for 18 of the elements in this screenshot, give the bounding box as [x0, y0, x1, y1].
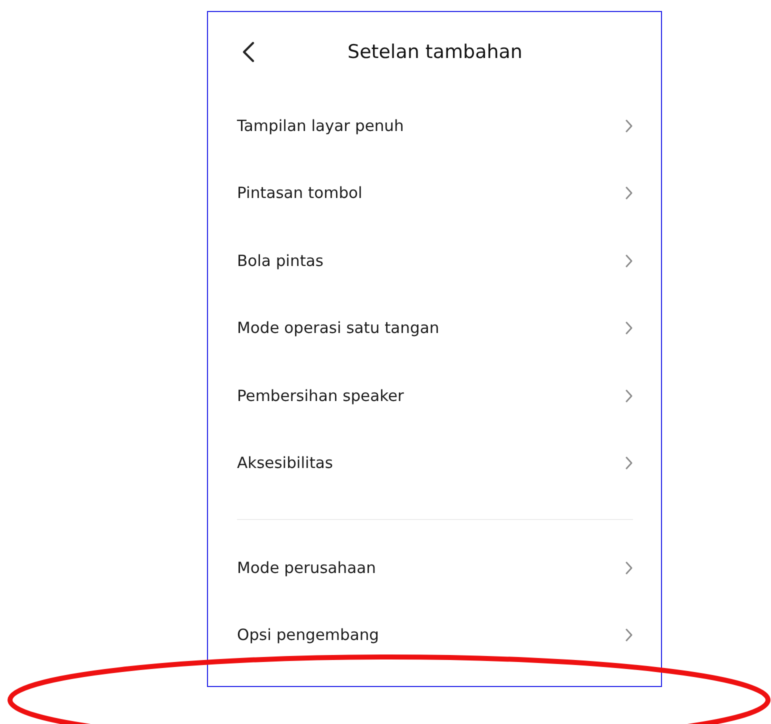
settings-item[interactable]: Bola pintas	[237, 227, 633, 294]
back-icon[interactable]	[241, 41, 255, 63]
chevron-right-icon	[625, 388, 633, 403]
chevron-right-icon	[625, 321, 633, 336]
settings-item[interactable]: Pintasan tombol	[237, 160, 633, 227]
settings-item[interactable]: Pembersihan speaker	[237, 362, 633, 430]
settings-item[interactable]: Tampilan layar penuh	[237, 92, 633, 160]
chevron-right-icon	[625, 118, 633, 133]
settings-item[interactable]: Opsi pengembang	[237, 602, 633, 669]
screen-title: Setelan tambahan	[348, 41, 522, 63]
chevron-right-icon	[625, 560, 633, 575]
chevron-right-icon	[625, 186, 633, 200]
chevron-right-icon	[625, 628, 633, 642]
chevron-right-icon	[625, 254, 633, 268]
settings-item[interactable]: Mode perusahaan	[237, 534, 633, 602]
settings-item[interactable]: Mode operasi satu tangan	[237, 294, 633, 362]
settings-item[interactable]: Aksesibilitas	[237, 430, 633, 497]
chevron-right-icon	[625, 456, 633, 470]
